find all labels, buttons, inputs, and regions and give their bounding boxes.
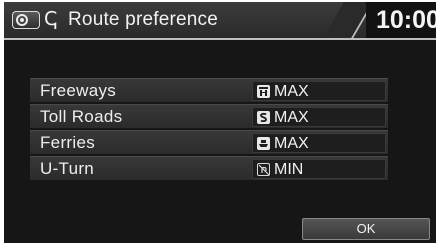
clock: 10:00 [376, 6, 436, 34]
option-label: Ferries [40, 133, 95, 152]
freeway-icon [257, 85, 270, 98]
route-preference-list: Freeways MAX Toll Roads MAX Ferries MAX … [30, 78, 388, 182]
voice-control-icon[interactable] [12, 11, 40, 29]
back-icon[interactable]: ↅ [44, 9, 62, 31]
ok-button[interactable]: OK [302, 218, 430, 240]
option-row-freeways[interactable]: Freeways MAX [30, 78, 388, 102]
option-value: MAX [274, 109, 309, 126]
option-value-field[interactable]: MIN [252, 159, 386, 179]
option-label: U-Turn [40, 159, 95, 178]
option-value-field[interactable]: MAX [252, 107, 386, 127]
ferry-icon [257, 137, 270, 150]
option-value: MAX [274, 83, 309, 100]
header-divider [4, 38, 436, 40]
option-value-field[interactable]: MAX [252, 133, 386, 153]
header-bar: ↅ Route preference 10:00 [4, 2, 436, 38]
option-label: Toll Roads [40, 107, 123, 126]
option-value: MAX [274, 135, 309, 152]
option-label: Freeways [40, 81, 117, 100]
option-value-field[interactable]: MAX [252, 81, 386, 101]
navigation-screen: ↅ Route preference 10:00 Freeways MAX To… [4, 2, 436, 243]
option-value: MIN [274, 161, 304, 178]
page-title: Route preference [68, 9, 219, 30]
option-row-toll-roads[interactable]: Toll Roads MAX [30, 104, 388, 128]
option-row-u-turn[interactable]: U-Turn MIN [30, 156, 388, 180]
u-turn-icon [257, 163, 270, 176]
toll-road-icon [257, 111, 270, 124]
option-row-ferries[interactable]: Ferries MAX [30, 130, 388, 154]
